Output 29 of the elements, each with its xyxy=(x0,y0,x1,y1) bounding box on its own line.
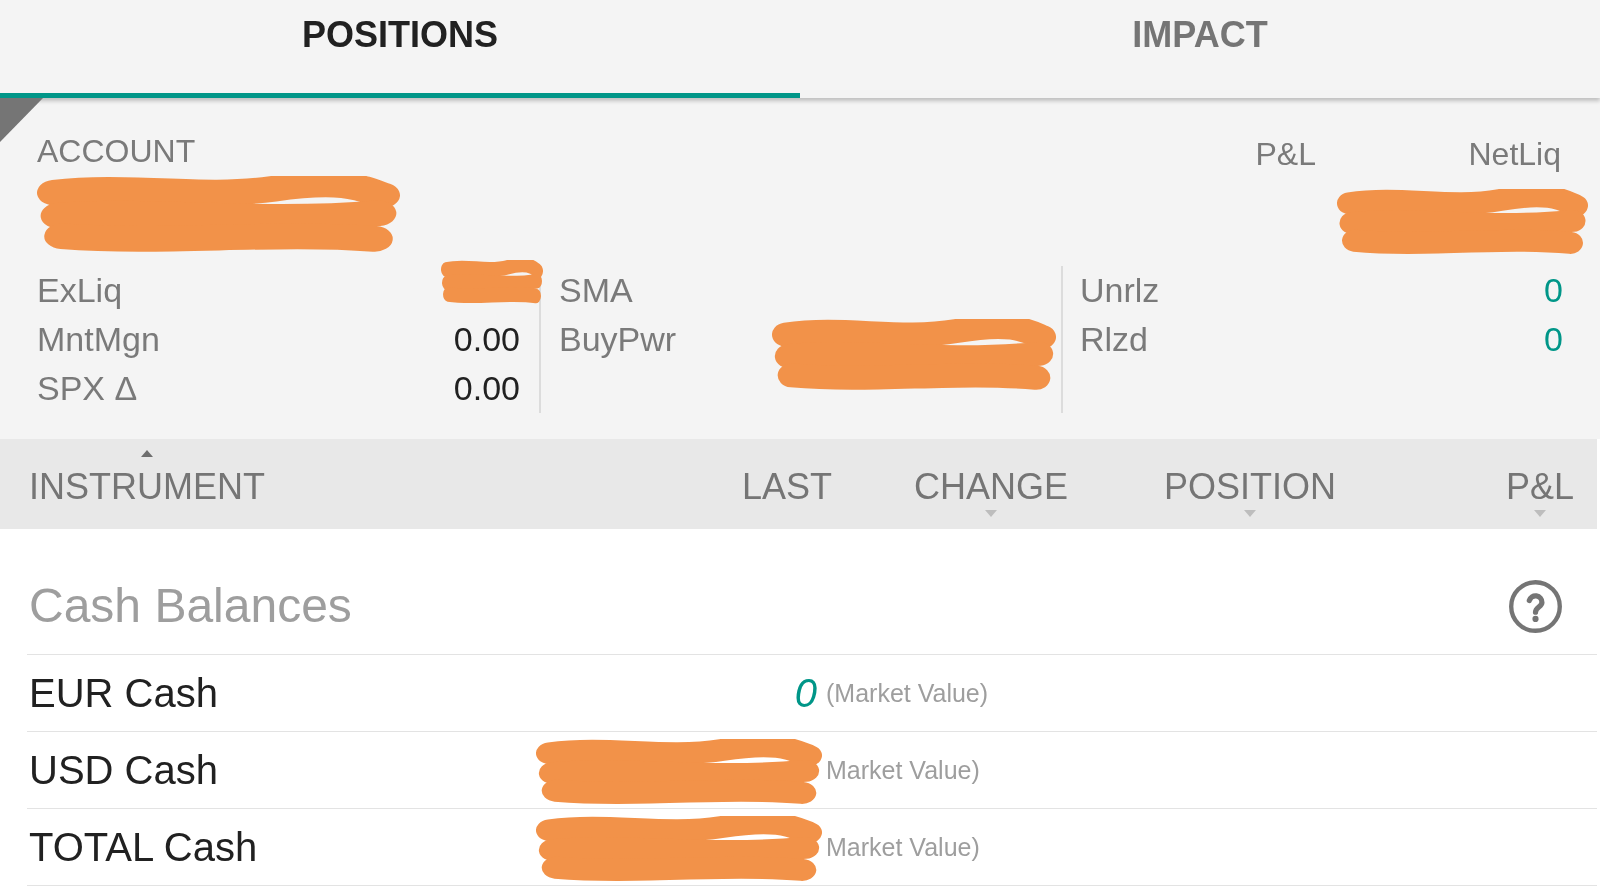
balance-note: Market Value) xyxy=(826,832,981,862)
summary-field-label: P&L xyxy=(1255,136,1316,172)
metric-label: MntMgn xyxy=(37,319,160,360)
metric-label: SPX Δ xyxy=(37,368,138,409)
balance-label: EUR Cash xyxy=(28,670,219,716)
balance-value: 0 xyxy=(794,671,817,715)
metric-label: Rlzd xyxy=(1080,319,1149,360)
balance-label: TOTAL Cash xyxy=(28,824,259,870)
balance-note: (Market Value) xyxy=(826,678,990,708)
metric-value: 0.00 xyxy=(453,319,520,360)
metric-label: SMA xyxy=(559,270,633,311)
metric-label: BuyPwr xyxy=(559,319,677,360)
help-icon[interactable] xyxy=(1508,578,1563,634)
balance-note: Market Value) xyxy=(826,755,981,785)
metric-value: 0 xyxy=(1544,270,1563,311)
section-title: Cash Balances xyxy=(29,578,352,634)
column-header[interactable]: LAST xyxy=(741,446,832,528)
summary-field-label: ACCOUNT xyxy=(37,133,196,169)
column-header[interactable]: POSITION xyxy=(1163,446,1336,528)
metric-value: 0 xyxy=(1544,319,1563,360)
balance-label: USD Cash xyxy=(28,747,219,793)
corner-triangle-icon xyxy=(0,98,43,142)
summary-field-label: NetLiq xyxy=(1468,136,1561,172)
column-header[interactable]: CHANGE xyxy=(913,446,1068,528)
tab[interactable]: IMPACT xyxy=(800,0,1600,98)
metric-value: 0.00 xyxy=(453,368,520,409)
metric-label: Unrlz xyxy=(1080,270,1160,311)
column-header[interactable]: P&L xyxy=(1505,446,1574,528)
column-header[interactable]: INSTRUMENT xyxy=(29,446,265,528)
